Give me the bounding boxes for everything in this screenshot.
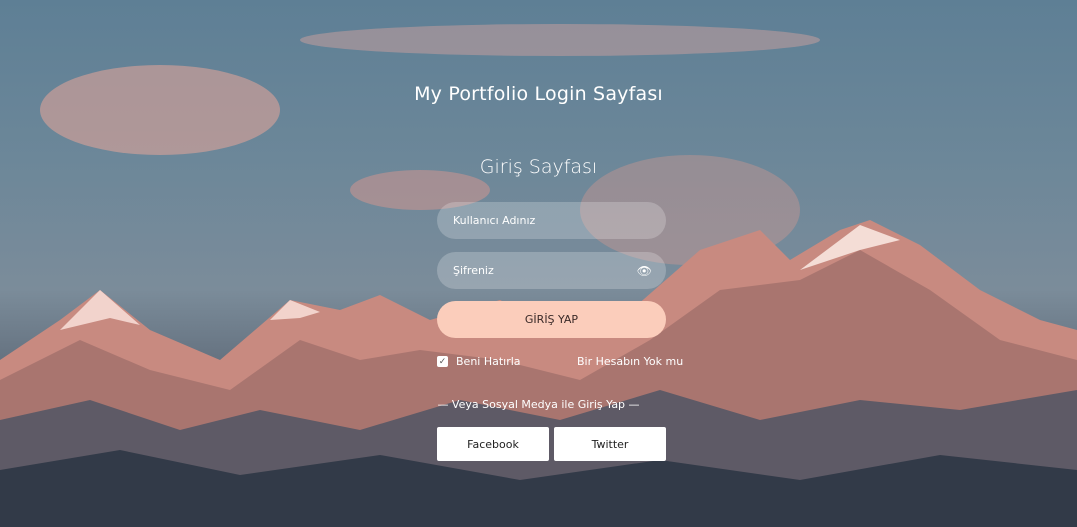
password-field-wrapper: 👁 <box>437 252 666 289</box>
form-title: Giriş Sayfası <box>479 156 598 178</box>
twitter-button[interactable]: Twitter <box>554 427 666 461</box>
social-login-text: — Veya Sosyal Medya ile Giriş Yap — <box>437 398 640 411</box>
remember-checkbox[interactable]: ✓ <box>437 356 448 367</box>
login-button[interactable]: GİRİŞ YAP <box>437 301 666 338</box>
eye-icon[interactable]: 👁 <box>637 264 652 278</box>
facebook-button[interactable]: Facebook <box>437 427 549 461</box>
remember-me[interactable]: ✓ Beni Hatırla <box>437 355 521 368</box>
login-page: My Portfolio Login Sayfası Giriş Sayfası… <box>0 0 1077 527</box>
signup-link[interactable]: Bir Hesabın Yok mu <box>577 355 683 368</box>
password-input[interactable] <box>451 263 625 278</box>
username-field-wrapper <box>437 202 666 239</box>
remember-label: Beni Hatırla <box>456 355 521 368</box>
page-title: My Portfolio Login Sayfası <box>414 83 663 105</box>
username-input[interactable] <box>451 213 625 228</box>
